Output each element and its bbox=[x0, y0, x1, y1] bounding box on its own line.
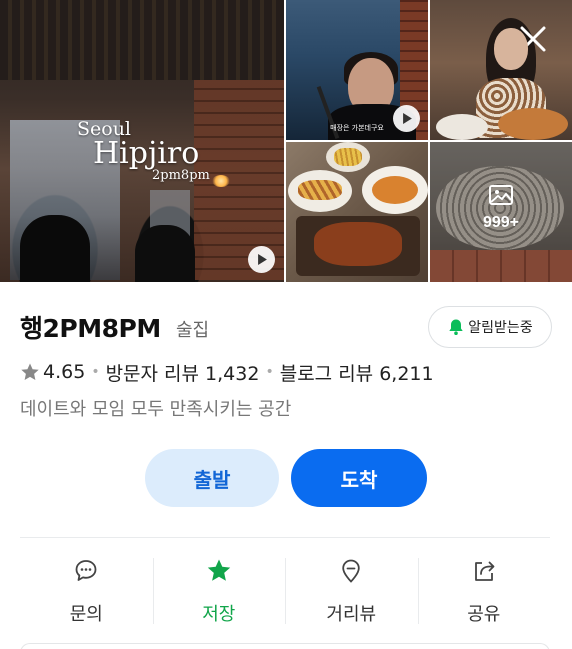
photo-plate bbox=[362, 166, 428, 214]
street-view-label: 거리뷰 bbox=[326, 604, 377, 625]
more-photos: 999+ bbox=[430, 184, 572, 232]
bell-icon bbox=[449, 319, 463, 335]
photo-main-video[interactable]: Seoul Hipjiro 2pm8pm bbox=[0, 0, 284, 282]
rating-row: 4.65 • 방문자 리뷰 1,432 • 블로그 리뷰 6,211 bbox=[20, 357, 434, 387]
inquiry-button[interactable]: 문의 bbox=[20, 556, 153, 626]
place-category: 술집 bbox=[176, 320, 210, 341]
blog-reviews-link[interactable]: 블로그 리뷰 6,211 bbox=[280, 359, 434, 386]
inquiry-label: 문의 bbox=[69, 604, 103, 625]
photo-more[interactable]: 999+ bbox=[430, 142, 572, 282]
photo-lamp bbox=[212, 175, 230, 187]
photo-plate bbox=[436, 114, 488, 140]
photo-silhouette bbox=[135, 225, 195, 282]
share-icon bbox=[474, 561, 495, 581]
share-label: 공유 bbox=[467, 604, 501, 625]
star-icon bbox=[207, 559, 230, 581]
divider bbox=[20, 537, 550, 538]
chat-bubble-icon bbox=[75, 560, 97, 581]
image-icon bbox=[489, 185, 513, 205]
photo-board bbox=[296, 216, 420, 276]
separator-dot: • bbox=[91, 364, 100, 380]
star-icon bbox=[21, 363, 39, 380]
photo-gallery: Seoul Hipjiro 2pm8pm 매장은 가본데구요 999+ bbox=[0, 0, 572, 282]
play-button[interactable] bbox=[393, 105, 420, 132]
share-button[interactable]: 공유 bbox=[417, 556, 551, 626]
next-section-card bbox=[20, 643, 550, 649]
separator-dot: • bbox=[265, 364, 274, 380]
photo-silhouette bbox=[20, 215, 90, 282]
save-label: 저장 bbox=[202, 604, 236, 625]
place-description: 데이트와 모임 모두 만족시키는 공간 bbox=[20, 399, 292, 420]
alert-button[interactable]: 알림받는중 bbox=[428, 306, 552, 348]
depart-button[interactable]: 출발 bbox=[145, 449, 279, 507]
photo-ceiling bbox=[0, 0, 284, 80]
place-name: 행2PM8PM bbox=[20, 314, 161, 343]
more-photos-count: 999+ bbox=[482, 214, 520, 231]
save-button[interactable]: 저장 bbox=[152, 556, 286, 626]
play-icon bbox=[258, 254, 267, 265]
photo-plate bbox=[288, 170, 352, 212]
alert-button-label: 알림받는중 bbox=[468, 320, 533, 336]
photo-face bbox=[494, 28, 528, 70]
photo-plate bbox=[498, 108, 568, 140]
play-icon bbox=[403, 113, 412, 124]
location-pin-icon bbox=[342, 559, 360, 583]
route-buttons: 출발 도착 bbox=[145, 449, 427, 507]
arrive-button[interactable]: 도착 bbox=[291, 449, 427, 507]
action-bar: 문의 저장 거리뷰 공유 bbox=[20, 556, 550, 626]
photo-food[interactable] bbox=[286, 142, 428, 282]
play-button[interactable] bbox=[248, 246, 275, 273]
overlay-time-text: 2pm8pm bbox=[152, 168, 210, 183]
photo-plate bbox=[326, 142, 370, 172]
place-header: 행2PM8PM 술집 알림받는중 bbox=[20, 306, 552, 348]
overlay-hipjiro-text: Hipjiro bbox=[93, 136, 200, 171]
visitor-reviews-link[interactable]: 방문자 리뷰 1,432 bbox=[106, 359, 260, 386]
rating-value: 4.65 bbox=[43, 361, 86, 383]
photo-diner[interactable] bbox=[430, 0, 572, 140]
street-view-button[interactable]: 거리뷰 bbox=[285, 556, 418, 626]
